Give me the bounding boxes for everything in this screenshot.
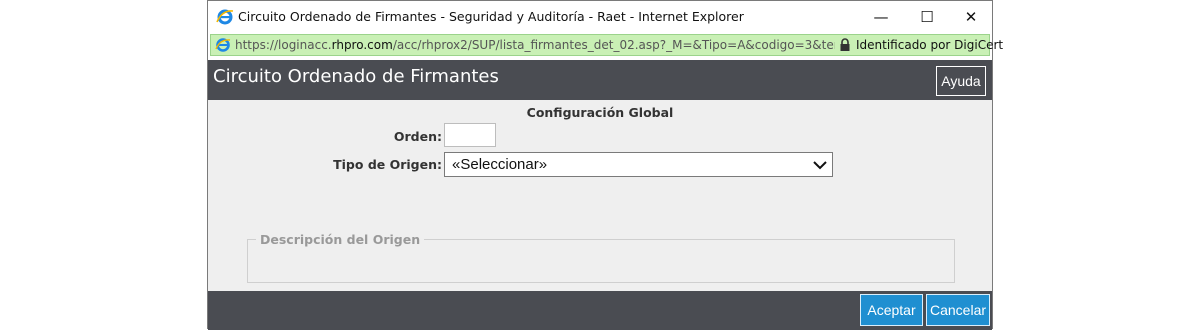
window-title: Circuito Ordenado de Firmantes - Segurid…	[238, 9, 744, 24]
accept-button[interactable]: Aceptar	[860, 294, 923, 326]
close-icon: ✕	[964, 7, 978, 26]
minimize-icon: —	[873, 7, 889, 26]
window-titlebar: Circuito Ordenado de Firmantes - Segurid…	[208, 1, 992, 32]
address-bar[interactable]: https://loginacc.rhpro.com/acc/rhprox2/S…	[210, 34, 1003, 56]
close-window-button[interactable]: ✕	[948, 1, 994, 32]
form-panel: Configuración Global Orden: Tipo de Orig…	[208, 100, 992, 291]
page-icon	[215, 38, 231, 52]
url-prefix: https://loginacc.	[235, 38, 332, 52]
url-domain: rhpro.com	[331, 38, 393, 52]
chevron-down-icon	[813, 161, 827, 170]
maximize-button[interactable]: ☐	[904, 1, 950, 32]
certificate-label[interactable]: Identificado por DigiCert	[856, 38, 1003, 52]
ie-window: Circuito Ordenado de Firmantes - Segurid…	[207, 0, 1003, 330]
orden-input[interactable]	[444, 123, 496, 147]
maximize-icon: ☐	[920, 7, 934, 26]
page-title: Circuito Ordenado de Firmantes	[213, 66, 499, 87]
address-url[interactable]: https://loginacc.rhpro.com/acc/rhprox2/S…	[235, 38, 835, 52]
url-path: /acc/rhprox2/SUP/lista_firmantes_det_02.…	[392, 38, 835, 52]
minimize-button[interactable]: —	[858, 1, 904, 32]
tipo-origen-select[interactable]: «Seleccionar»	[444, 152, 833, 177]
descripcion-legend: Descripción del Origen	[256, 232, 425, 247]
tipo-origen-value: «Seleccionar»	[452, 156, 548, 173]
footer-bar: Aceptar Cancelar	[208, 291, 992, 330]
tipo-origen-label: Tipo de Origen:	[333, 157, 442, 172]
cancel-button[interactable]: Cancelar	[926, 294, 990, 326]
help-button[interactable]: Ayuda	[936, 66, 986, 96]
orden-label: Orden:	[393, 129, 442, 144]
descripcion-fieldset: Descripción del Origen	[247, 232, 955, 283]
lock-icon[interactable]	[838, 38, 852, 52]
internet-explorer-icon	[216, 9, 234, 25]
section-title: Configuración Global	[526, 105, 674, 120]
app-header: Circuito Ordenado de Firmantes Ayuda	[208, 60, 992, 100]
